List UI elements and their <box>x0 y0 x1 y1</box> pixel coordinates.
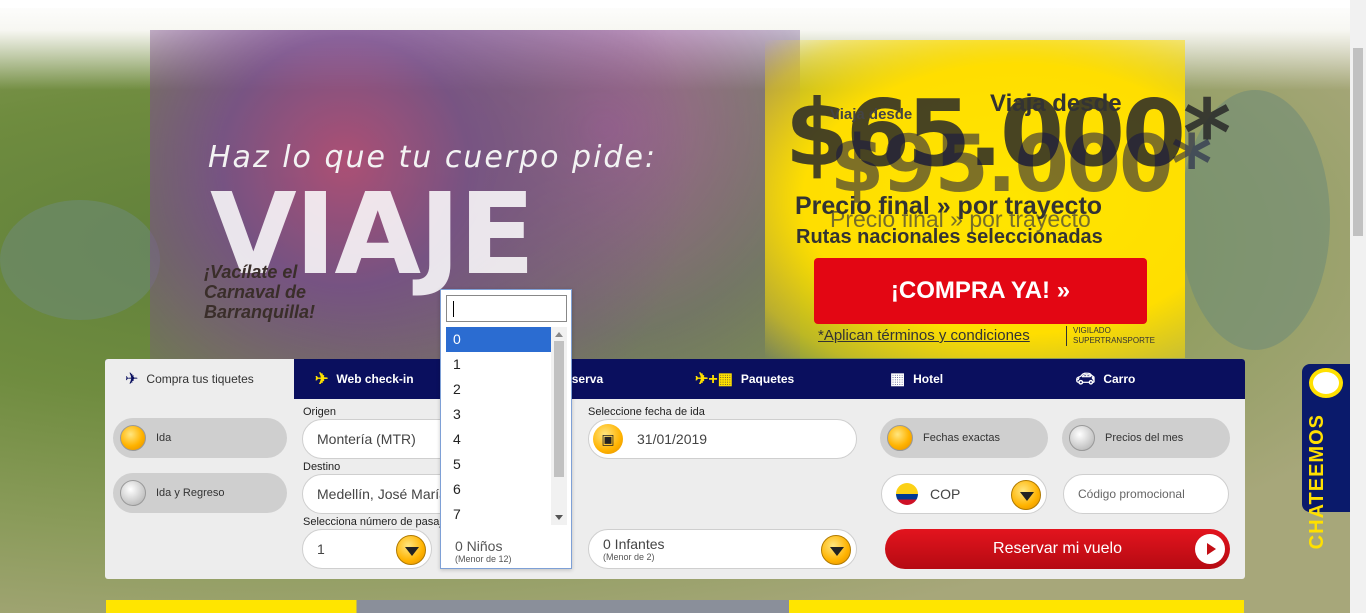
dropdown-option[interactable]: 1 <box>446 352 551 377</box>
scroll-down-icon[interactable] <box>555 515 563 520</box>
passengers-value: 1 <box>317 541 325 557</box>
dropdown-scrollbar[interactable] <box>551 327 567 525</box>
children-dropdown[interactable]: 0 1 2 3 4 5 6 7 0 Niños (Menor de 12) <box>440 289 572 569</box>
scroll-thumb[interactable] <box>554 341 564 477</box>
destination-value: Medellín, José María <box>317 486 447 502</box>
calendar-icon: ▣ <box>593 424 623 454</box>
chat-tab[interactable]: CHATEEMOS <box>1302 364 1350 549</box>
dropdown-option[interactable]: 5 <box>446 452 551 477</box>
play-arrow-icon <box>1195 534 1225 564</box>
children-note: (Menor de 12) <box>455 554 512 564</box>
tab-compra[interactable]: ✈ Compra tus tiquetes <box>105 359 294 399</box>
compra-ya-button[interactable]: ¡COMPRA YA! » <box>814 258 1147 324</box>
colombia-flag-icon <box>896 483 918 505</box>
radio-label: Precios del mes <box>1105 432 1184 444</box>
radio-label: Ida <box>156 432 172 444</box>
page-scroll-thumb[interactable] <box>1353 48 1363 236</box>
tab-hotel[interactable]: ▦ Hotel <box>890 359 1040 399</box>
promo-viaja-desde: Viaja desde <box>990 90 1122 117</box>
chat-label: CHATEEMOS <box>1306 414 1328 550</box>
dropdown-option[interactable]: 2 <box>446 377 551 402</box>
reservar-label: Reservar mi vuelo <box>993 540 1122 557</box>
bottom-banner-strip <box>106 600 1244 613</box>
radio-label: Fechas exactas <box>923 432 1001 444</box>
dropdown-options: 0 1 2 3 4 5 6 7 <box>446 327 551 525</box>
scroll-up-icon[interactable] <box>555 332 563 337</box>
radio-dot <box>887 425 913 451</box>
infants-note: (Menor de 2) <box>603 552 655 562</box>
car-icon: 🚗︎ <box>1075 371 1096 388</box>
dropdown-option[interactable]: 4 <box>446 427 551 452</box>
tab-label: Paquetes <box>740 372 795 386</box>
dropdown-option[interactable]: 6 <box>446 477 551 502</box>
page-scrollbar[interactable] <box>1350 0 1366 613</box>
destination-label: Destino <box>303 461 341 473</box>
trip-ida-radio[interactable]: Ida <box>113 418 287 458</box>
passengers-select[interactable]: 1 <box>302 529 432 569</box>
currency-value: COP <box>930 486 961 502</box>
radio-label: Ida y Regreso <box>156 487 225 499</box>
trip-ida-regreso-radio[interactable]: Ida y Regreso <box>113 473 287 513</box>
promo-code-input[interactable]: Código promocional <box>1063 474 1229 514</box>
infants-value: 0 Infantes <box>603 536 665 552</box>
children-value: 0 Niños <box>455 538 503 554</box>
tab-paquetes[interactable]: ✈+▦ Paquetes <box>695 359 865 399</box>
vigilado-logo: VIGILADO SUPERTRANSPORTE <box>1066 326 1155 346</box>
tab-label: Hotel <box>913 372 944 386</box>
dropdown-option[interactable]: 0 <box>446 327 551 352</box>
text-caret <box>453 301 454 317</box>
chevron-down-icon <box>396 535 426 565</box>
tab-carro[interactable]: 🚗︎ Carro <box>1075 359 1225 399</box>
dropdown-option[interactable]: 3 <box>446 402 551 427</box>
promo-viaja-desde-small: Viaja desde <box>830 106 913 123</box>
terms-link[interactable]: *Aplican términos y condiciones <box>818 327 1030 344</box>
infants-select[interactable]: 0 Infantes (Menor de 2) <box>588 529 857 569</box>
promo-rutas: Rutas nacionales seleccionadas <box>796 226 1103 248</box>
fechas-exactas-radio[interactable]: Fechas exactas <box>880 418 1048 458</box>
destination-field[interactable]: Medellín, José María <box>302 474 462 514</box>
passengers-label: Selecciona número de pasajeros <box>303 516 440 528</box>
date-field[interactable]: ▣ 31/01/2019 <box>588 419 857 459</box>
tab-label: Web check-in <box>336 372 414 386</box>
promo-code-placeholder: Código promocional <box>1078 487 1185 501</box>
chevron-down-icon <box>1011 480 1041 510</box>
plane-icon: ✈ <box>125 371 139 388</box>
plane-hotel-icon: ✈+▦ <box>695 371 733 388</box>
date-value: 31/01/2019 <box>637 431 708 447</box>
top-bar <box>0 0 1350 8</box>
origin-label: Origen <box>303 406 337 418</box>
tab-label: Carro <box>1103 372 1136 386</box>
booking-widget: ✈ Compra tus tiquetes ✈ Web check-in ✈ R… <box>105 359 1245 579</box>
dropdown-search-input[interactable] <box>446 295 567 322</box>
radio-dot <box>1069 425 1095 451</box>
chat-bubble-icon <box>1309 368 1343 398</box>
hero-subtitle: ¡Vacílate el Carnaval de Barranquilla! <box>204 262 316 322</box>
promo-precio-final: Precio final » por trayecto <box>795 192 1103 220</box>
chevron-down-icon <box>821 535 851 565</box>
building-icon: ▦ <box>890 371 906 388</box>
precios-mes-radio[interactable]: Precios del mes <box>1062 418 1230 458</box>
date-label: Seleccione fecha de ida <box>588 406 705 418</box>
plane-icon: ✈ <box>315 371 329 388</box>
reservar-vuelo-button[interactable]: Reservar mi vuelo <box>885 529 1230 569</box>
radio-dot <box>120 425 146 451</box>
origin-value: Montería (MTR) <box>317 431 416 447</box>
children-select[interactable]: 0 Niños (Menor de 12) <box>455 538 512 564</box>
tab-label: Compra tus tiquetes <box>146 372 254 386</box>
currency-select[interactable]: COP <box>881 474 1047 514</box>
booking-tabs: ✈ Compra tus tiquetes ✈ Web check-in ✈ R… <box>105 359 1245 399</box>
origin-field[interactable]: Montería (MTR) <box>302 419 462 459</box>
lake-shape <box>0 200 160 320</box>
radio-dot <box>120 480 146 506</box>
dropdown-option[interactable]: 7 <box>446 502 551 527</box>
